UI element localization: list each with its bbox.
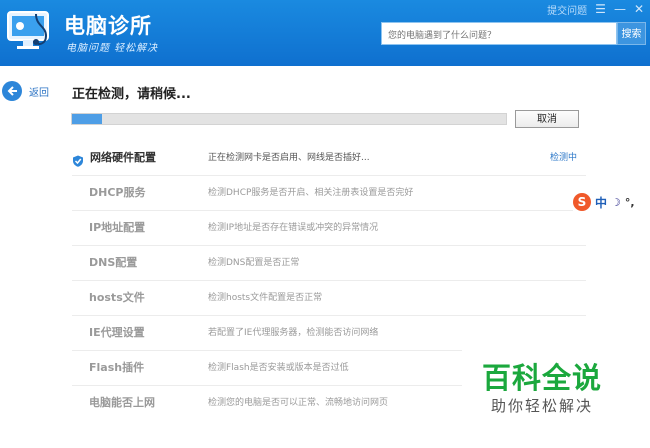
ime-mode-toggle[interactable]: 中 — [595, 194, 607, 211]
cancel-button[interactable]: 取消 — [515, 110, 579, 128]
search-box — [381, 22, 617, 47]
check-row: DHCP服务 检测DHCP服务是否开启、相关注册表设置是否完好 — [72, 176, 586, 211]
app-title: 电脑诊所 — [64, 14, 152, 38]
back-arrow-icon — [2, 81, 22, 101]
menu-icon[interactable]: ☰ — [595, 3, 606, 15]
check-desc: 检测IP地址是否存在错误或冲突的异常情况 — [208, 223, 379, 233]
check-status: 检测中 — [549, 153, 577, 163]
check-desc: 正在检测网卡是否启用、网线是否插好... — [208, 153, 370, 163]
scan-progress-fill — [72, 114, 103, 124]
moon-icon[interactable]: ☽ — [611, 196, 621, 209]
close-icon[interactable]: ✕ — [634, 3, 644, 15]
scan-progress-bar — [71, 113, 507, 125]
check-row: IP地址配置 检测IP地址是否存在错误或冲突的异常情况 — [72, 211, 586, 246]
check-name: 电脑能否上网 — [89, 396, 155, 409]
check-name: IE代理设置 — [89, 326, 145, 339]
clinic-monitor-icon — [6, 8, 56, 54]
ime-logo-icon[interactable]: S — [573, 193, 591, 211]
app-slogan: 电脑问题 轻松解决 — [66, 43, 159, 54]
shield-icon — [72, 152, 84, 167]
check-desc: 检测您的电脑是否可以正常、流畅地访问网页 — [208, 398, 389, 408]
check-desc: 检测hosts文件配置是否正常 — [208, 293, 323, 303]
check-name: Flash插件 — [89, 361, 145, 374]
check-name: DHCP服务 — [89, 186, 146, 199]
back-label: 返回 — [29, 87, 49, 99]
check-name: DNS配置 — [89, 256, 138, 269]
watermark: 百科全说 助你轻松解决 — [462, 345, 624, 425]
window-controls: 提交问题 ☰ — ✕ — [547, 1, 644, 17]
header-bar: 电脑诊所 电脑问题 轻松解决 提交问题 ☰ — ✕ 搜索 — [0, 0, 650, 66]
watermark-subtitle: 助你轻松解决 — [491, 397, 594, 415]
search-button[interactable]: 搜索 — [617, 22, 646, 45]
check-row: 网络硬件配置 正在检测网卡是否启用、网线是否插好... 检测中 — [72, 141, 586, 176]
minimize-icon[interactable]: — — [614, 3, 626, 15]
scan-status-title: 正在检测，请稍候... — [72, 87, 191, 102]
back-button[interactable]: 返回 — [2, 81, 49, 101]
punctuation-toggle[interactable]: °, — [625, 196, 635, 209]
check-desc: 检测Flash是否安装或版本是否过低 — [208, 363, 349, 373]
check-name: 网络硬件配置 — [90, 151, 156, 164]
check-desc: 检测DHCP服务是否开启、相关注册表设置是否完好 — [208, 188, 414, 198]
check-desc: 检测DNS配置是否正常 — [208, 258, 300, 268]
submit-question-link[interactable]: 提交问题 — [547, 2, 587, 17]
search-input[interactable] — [382, 25, 616, 47]
check-name: hosts文件 — [89, 291, 145, 304]
ime-toolbar[interactable]: S 中 ☽ °, — [573, 191, 650, 213]
watermark-title: 百科全说 — [482, 361, 603, 395]
check-row: DNS配置 检测DNS配置是否正常 — [72, 246, 586, 281]
check-desc: 若配置了IE代理服务器，检测能否访问网络 — [208, 328, 379, 338]
check-name: IP地址配置 — [89, 221, 146, 234]
check-row: hosts文件 检测hosts文件配置是否正常 — [72, 281, 586, 316]
